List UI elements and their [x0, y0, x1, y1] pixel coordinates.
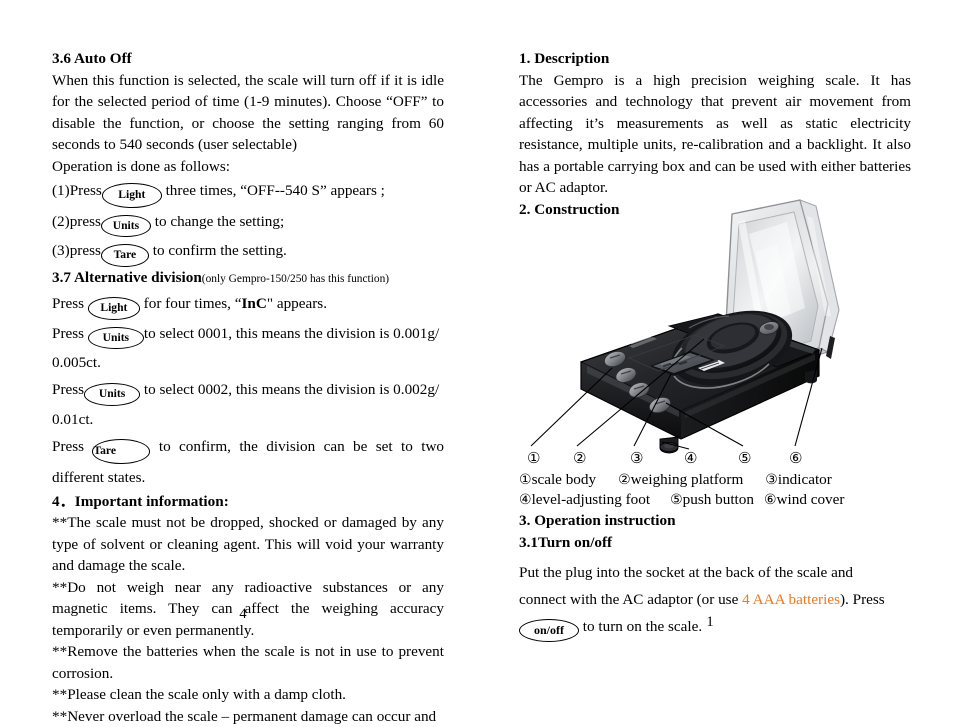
alt-div-line-4-prefix: Press	[52, 438, 85, 456]
legend-label-5: push button	[682, 491, 754, 508]
callout-5: ⑤	[738, 449, 752, 467]
step-2-prefix: (2)press	[52, 212, 101, 230]
legend-num-4: ④	[519, 492, 532, 508]
heading-3-1-turn-onoff: 3.1Turn on/off	[519, 533, 613, 551]
important-item-1: **The scale must not be dropped, shocked…	[52, 514, 444, 575]
alt-div-line-2-prefix: Press	[52, 324, 85, 342]
turn-on-para-2-pre: connect with the AC adaptor (or use	[519, 591, 743, 608]
onoff-key-button[interactable]: on/off	[519, 619, 579, 642]
light-key-button[interactable]: Light	[101, 183, 162, 208]
step-3-suffix: to confirm the setting.	[152, 242, 287, 260]
alt-div-line-3: Press Units to select 0002, this means th…	[52, 376, 444, 433]
legend-num-2: ②	[618, 472, 631, 488]
light-key-button-2[interactable]: Light	[87, 297, 140, 320]
scale-photo-figure	[519, 196, 921, 466]
step-3-prefix: (3)press	[52, 242, 101, 260]
heading-3-operation: 3. Operation instruction	[519, 512, 676, 529]
alt-div-line-2: Press Units to select 0001, this means th…	[52, 320, 444, 377]
manual-page: 3.6 Auto Off When this function is selec…	[0, 0, 954, 725]
paragraph-description: The Gempro is a high precision weighing …	[519, 71, 911, 197]
alt-div-inc-code: InC	[241, 295, 267, 313]
heading-4: 4．Important information:	[52, 492, 229, 510]
heading-3-7-note: (only Gempro-150/250 has this function)	[201, 272, 390, 285]
callout-2: ②	[573, 449, 587, 467]
legend-label-4: level-adjusting foot	[531, 491, 651, 508]
alt-div-line-3-prefix: Press	[52, 381, 85, 399]
heading-3-6: 3.6 Auto Off	[52, 50, 132, 67]
battery-spec-accent: 4 AAA batteries	[742, 591, 840, 608]
important-item-3: **Remove the batteries when the scale is…	[52, 643, 444, 682]
step-1-prefix: (1)Press	[52, 182, 102, 199]
alt-div-line-1-prefix: Press	[52, 295, 85, 313]
callout-1: ①	[527, 449, 541, 467]
scale-body	[579, 310, 821, 454]
right-column: 1. Description The Gempro is a high prec…	[519, 48, 911, 220]
alt-div-line-1-mid: for four times, “	[143, 295, 242, 313]
units-key-button-3[interactable]: Units	[84, 383, 141, 407]
turn-on-para-3-text: to turn on the scale.	[582, 618, 703, 635]
turn-on-para-2-post: ). Press	[839, 591, 885, 608]
legend-num-1: ①	[519, 472, 532, 488]
heading-3-7: 3.7 Alternative division(only Gempro-150…	[52, 267, 444, 291]
legend-label-6: wind cover	[776, 491, 845, 508]
step-3: (3)press Tare to confirm the setting.	[52, 237, 444, 267]
step-1-suffix: three times, “OFF--540 S” appears ;	[165, 182, 385, 199]
units-key-button-2[interactable]: Units	[87, 326, 144, 350]
turn-on-para-1: Put the plug into the socket at the back…	[519, 564, 854, 581]
alt-div-line-1-suffix: " appears.	[266, 295, 328, 313]
page-number-left: 4	[239, 606, 247, 622]
legend-num-3: ③	[765, 472, 778, 488]
step-2: (2)press Units to change the setting;	[52, 208, 444, 238]
legend-row-1: ①scale body ②weighing platform ③indicator	[519, 470, 919, 490]
legend-label-3: indicator	[777, 471, 832, 488]
operation-intro: Operation is done as follows:	[52, 157, 231, 175]
step-1: (1)Press Light three times, “OFF--540 S” …	[52, 177, 444, 208]
figure-legend: ①scale body ②weighing platform ③indicator …	[519, 470, 919, 510]
tare-key-button-2[interactable]: Tare	[92, 439, 151, 464]
heading-1-description: 1. Description	[519, 50, 610, 67]
legend-row-2: ④level-adjusting foot ⑤push button ⑥wind c…	[519, 490, 919, 510]
legend-label-1: scale body	[531, 471, 597, 488]
callout-3: ③	[630, 449, 644, 467]
alt-div-line-4: Press Tare to confirm, the division can …	[52, 433, 444, 491]
legend-num-5: ⑤	[670, 492, 683, 508]
paragraph-auto-off: When this function is selected, the scal…	[52, 71, 444, 154]
important-item-4: **Please clean the scale only with a dam…	[52, 686, 346, 704]
step-2-suffix: to change the setting;	[154, 212, 285, 230]
callout-4: ④	[684, 449, 698, 467]
heading-3-7-text: 3.7 Alternative division	[52, 268, 202, 286]
page-number-right: 1	[706, 614, 714, 630]
callout-6: ⑥	[789, 449, 803, 467]
tare-key-button[interactable]: Tare	[100, 244, 149, 267]
legend-num-6: ⑥	[763, 492, 777, 508]
units-key-button[interactable]: Units	[100, 214, 151, 238]
important-item-5: **Never overload the scale – permanent d…	[52, 707, 437, 725]
callout-number-row: ① ② ③ ④ ⑤ ⑥	[519, 450, 921, 470]
turn-on-para-2: connect with the AC adaptor (or use 4 AA…	[519, 586, 915, 613]
legend-label-2: weighing platform	[630, 471, 744, 488]
left-column: 3.6 Auto Off When this function is selec…	[52, 48, 444, 727]
alt-div-line-1: Press Light for four times, “InC" appear…	[52, 290, 444, 320]
